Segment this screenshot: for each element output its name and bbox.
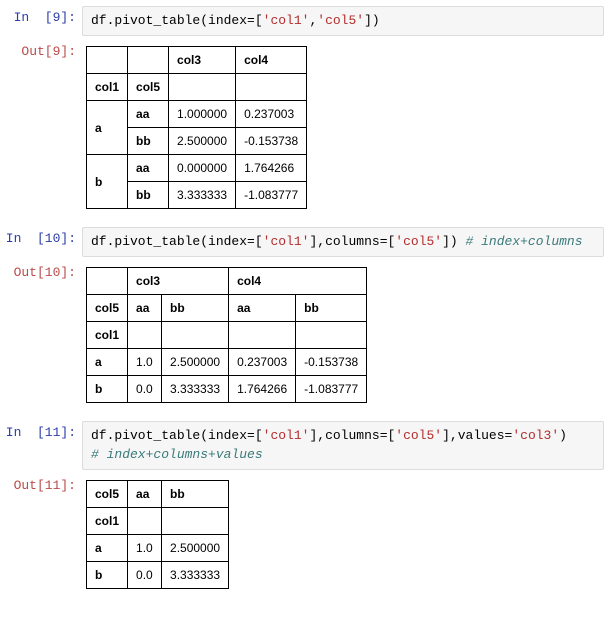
col-subheader: bb xyxy=(296,295,367,322)
table-row: b aa 0.000000 1.764266 xyxy=(87,155,307,182)
blank-header xyxy=(87,47,128,74)
row-index: b xyxy=(87,155,128,209)
cell-value: 1.764266 xyxy=(229,376,296,403)
col-subheader: aa xyxy=(229,295,296,322)
blank-cell xyxy=(296,322,367,349)
col-subheader: aa xyxy=(128,295,162,322)
table-row: a aa 1.000000 0.237003 xyxy=(87,101,307,128)
blank-header xyxy=(128,47,169,74)
row-index: bb xyxy=(128,182,169,209)
index-name: col1 xyxy=(87,507,128,534)
table-row: a 1.0 2.500000 xyxy=(87,534,229,561)
code-input-11[interactable]: df.pivot_table(index=['col1'],columns=['… xyxy=(82,421,604,469)
cell-value: 3.333333 xyxy=(162,561,229,588)
out-prompt-10: Out[10]: xyxy=(0,261,82,280)
col-subheader: aa xyxy=(128,480,162,507)
cell-value: -1.083777 xyxy=(296,376,367,403)
cell-value: 0.0 xyxy=(128,376,162,403)
output-area-10: col3 col4 col5 aa bb aa bb col1 a 1.0 2.… xyxy=(82,261,604,417)
cell-value: 0.0 xyxy=(128,561,162,588)
cell-value: 1.000000 xyxy=(169,101,236,128)
blank-cell xyxy=(236,74,307,101)
out-prompt-9: Out[9]: xyxy=(0,40,82,59)
cell-value: 1.0 xyxy=(128,534,162,561)
blank-cell xyxy=(128,322,162,349)
code-input-10[interactable]: df.pivot_table(index=['col1'],columns=['… xyxy=(82,227,604,257)
cell-value: 3.333333 xyxy=(169,182,236,209)
blank-header xyxy=(87,268,128,295)
in-prompt-10: In [10]: xyxy=(0,227,82,246)
cell-10-output: Out[10]: col3 col4 col5 aa bb aa bb col1 xyxy=(0,261,604,417)
blank-cell xyxy=(162,322,229,349)
code-input-9[interactable]: df.pivot_table(index=['col1','col5']) xyxy=(82,6,604,36)
col5-label: col5 xyxy=(87,295,128,322)
cell-value: 0.237003 xyxy=(236,101,307,128)
cell-11-input: In [11]: df.pivot_table(index=['col1'],c… xyxy=(0,421,604,469)
row-index: aa xyxy=(128,101,169,128)
col5-label: col5 xyxy=(87,480,128,507)
cell-9-output: Out[9]: col3 col4 col1 col5 a aa 1.00000… xyxy=(0,40,604,223)
blank-cell xyxy=(162,507,229,534)
row-index: b xyxy=(87,376,128,403)
output-table-9: col3 col4 col1 col5 a aa 1.000000 0.2370… xyxy=(86,46,307,209)
row-index: a xyxy=(87,349,128,376)
blank-cell xyxy=(128,507,162,534)
out-prompt-11: Out[11]: xyxy=(0,474,82,493)
table-row: b 0.0 3.333333 xyxy=(87,561,229,588)
table-row: a 1.0 2.500000 0.237003 -0.153738 xyxy=(87,349,367,376)
cell-value: -1.083777 xyxy=(236,182,307,209)
index-name: col5 xyxy=(128,74,169,101)
cell-11-output: Out[11]: col5 aa bb col1 a 1.0 2.500000 … xyxy=(0,474,604,603)
cell-value: -0.153738 xyxy=(296,349,367,376)
output-area-11: col5 aa bb col1 a 1.0 2.500000 b 0.0 3.3… xyxy=(82,474,604,603)
index-name: col1 xyxy=(87,74,128,101)
in-prompt-11: In [11]: xyxy=(0,421,82,440)
row-index: b xyxy=(87,561,128,588)
table-row: b 0.0 3.333333 1.764266 -1.083777 xyxy=(87,376,367,403)
cell-value: 1.0 xyxy=(128,349,162,376)
cell-value: 3.333333 xyxy=(162,376,229,403)
row-index: a xyxy=(87,534,128,561)
col-header: col4 xyxy=(229,268,367,295)
row-index: aa xyxy=(128,155,169,182)
cell-value: 0.000000 xyxy=(169,155,236,182)
output-table-11: col5 aa bb col1 a 1.0 2.500000 b 0.0 3.3… xyxy=(86,480,229,589)
output-area-9: col3 col4 col1 col5 a aa 1.000000 0.2370… xyxy=(82,40,604,223)
cell-value: 2.500000 xyxy=(162,349,229,376)
cell-value: 0.237003 xyxy=(229,349,296,376)
row-index: a xyxy=(87,101,128,155)
col-subheader: bb xyxy=(162,480,229,507)
col-header: col3 xyxy=(128,268,229,295)
cell-9-input: In [9]: df.pivot_table(index=['col1','co… xyxy=(0,6,604,36)
blank-cell xyxy=(169,74,236,101)
col-header: col3 xyxy=(169,47,236,74)
cell-10-input: In [10]: df.pivot_table(index=['col1'],c… xyxy=(0,227,604,257)
blank-cell xyxy=(229,322,296,349)
in-prompt-9: In [9]: xyxy=(0,6,82,25)
cell-value: 2.500000 xyxy=(169,128,236,155)
cell-value: 1.764266 xyxy=(236,155,307,182)
cell-value: -0.153738 xyxy=(236,128,307,155)
index-name: col1 xyxy=(87,322,128,349)
output-table-10: col3 col4 col5 aa bb aa bb col1 a 1.0 2.… xyxy=(86,267,367,403)
cell-value: 2.500000 xyxy=(162,534,229,561)
col-header: col4 xyxy=(236,47,307,74)
col-subheader: bb xyxy=(162,295,229,322)
row-index: bb xyxy=(128,128,169,155)
